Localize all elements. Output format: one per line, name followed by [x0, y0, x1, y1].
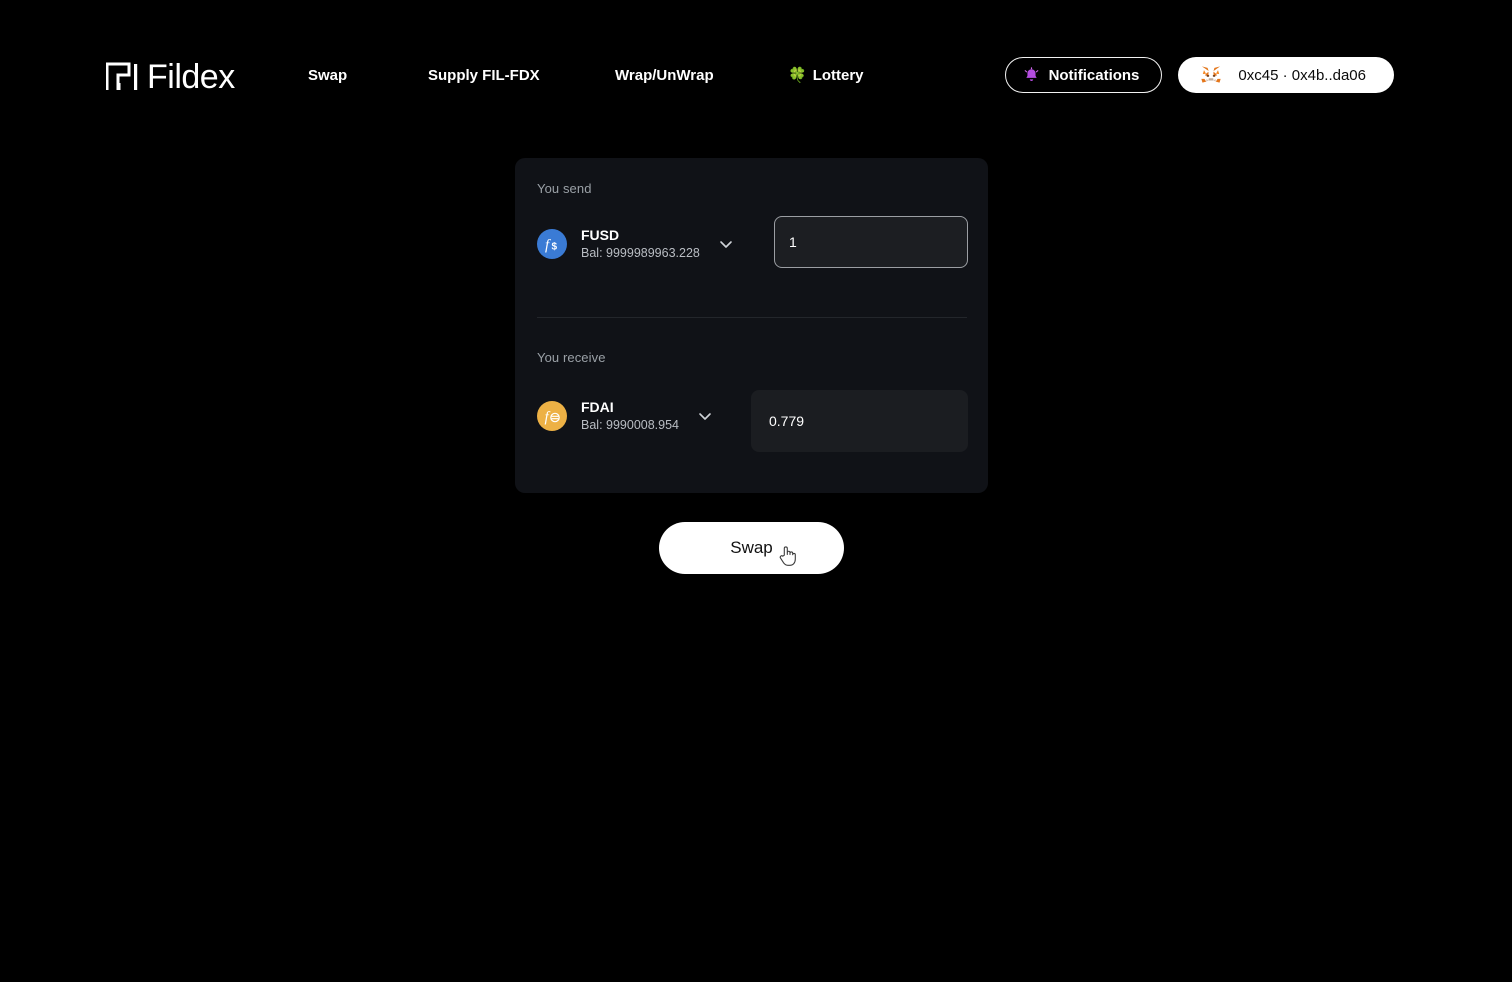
- nav-item-swap[interactable]: Swap: [308, 63, 347, 89]
- receive-token-balance: Bal: 9990008.954: [581, 418, 680, 432]
- receive-token-selector[interactable]: f FDAI Bal: 9990008.954: [537, 395, 713, 437]
- svg-text:f: f: [545, 238, 551, 254]
- send-token-symbol: FUSD: [581, 227, 620, 243]
- send-token-balance: Bal: 9999989963.228: [581, 246, 700, 260]
- brand-logo[interactable]: Fildex: [106, 53, 235, 98]
- header-actions: Notifications 0xc45 · 0x4b..da06: [1004, 57, 1394, 93]
- svg-text:$: $: [552, 242, 558, 253]
- send-amount-input[interactable]: [774, 216, 968, 268]
- you-receive-label: You receive: [537, 350, 606, 365]
- wallet-address-button[interactable]: 0xc45 · 0x4b..da06: [1178, 57, 1394, 93]
- section-divider: [537, 317, 967, 318]
- fildex-logo-mark-icon: [106, 61, 146, 91]
- send-token-chevron-down-icon[interactable]: [700, 236, 734, 252]
- main-nav: Swap Supply FIL-FDX Wrap/UnWrap 🍀 Lotter…: [300, 63, 900, 89]
- receive-amount-value: 0.779: [751, 390, 968, 452]
- clover-icon: 🍀: [788, 67, 807, 84]
- receive-token-symbol: FDAI: [581, 399, 614, 415]
- nav-item-supply[interactable]: Supply FIL-FDX: [428, 63, 540, 89]
- nav-item-lottery[interactable]: 🍀 Lottery: [788, 63, 864, 89]
- receive-token-meta: FDAI Bal: 9990008.954: [581, 399, 680, 433]
- receive-token-chevron-down-icon[interactable]: [679, 408, 713, 424]
- bell-icon: [1024, 66, 1039, 84]
- send-token-selector[interactable]: f $ FUSD Bal: 9999989963.228: [537, 223, 734, 265]
- you-send-label: You send: [537, 181, 592, 196]
- notifications-label: Notifications: [1048, 66, 1140, 84]
- svg-text:f: f: [545, 410, 551, 426]
- metamask-fox-icon: [1200, 65, 1222, 85]
- wallet-address-label: 0xc45 · 0x4b..da06: [1238, 66, 1366, 84]
- brand-name: Fildex: [147, 57, 235, 96]
- fdai-token-icon: f: [537, 401, 567, 431]
- swap-card: You send f $ FUSD Bal: 9999989963.228 Yo…: [515, 158, 988, 493]
- fusd-token-icon: f $: [537, 229, 567, 259]
- send-token-meta: FUSD Bal: 9999989963.228: [581, 227, 700, 261]
- nav-item-wrap-unwrap[interactable]: Wrap/UnWrap: [615, 63, 714, 89]
- site-header: Fildex Swap Supply FIL-FDX Wrap/UnWrap 🍀…: [0, 0, 1512, 150]
- swap-button[interactable]: Swap: [659, 522, 844, 574]
- nav-item-lottery-label: Lottery: [812, 67, 864, 84]
- notifications-button[interactable]: Notifications: [1004, 57, 1163, 93]
